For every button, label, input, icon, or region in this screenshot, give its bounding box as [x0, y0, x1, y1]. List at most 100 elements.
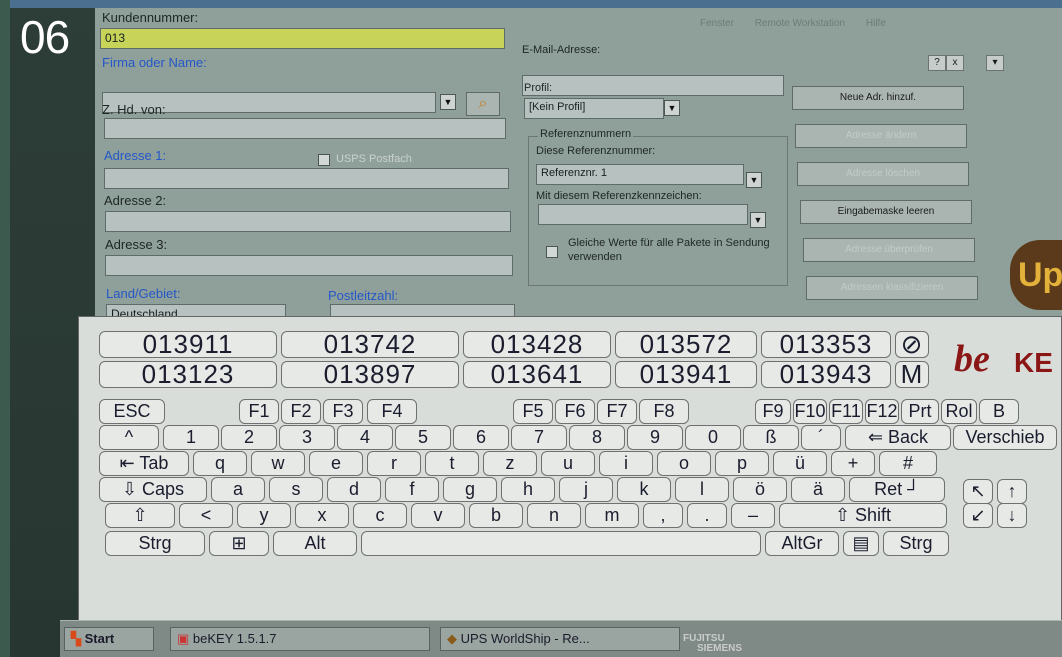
ref-mit-dropdown[interactable]: ▼ — [750, 212, 766, 228]
key-caps-row-11[interactable]: ä — [791, 477, 845, 502]
arrow-key-0[interactable]: ↖ — [963, 479, 993, 504]
key-suggestions-row1-5[interactable]: ⊘ — [895, 331, 929, 358]
key-tab-row-9[interactable]: o — [657, 451, 711, 476]
key-num-row-9[interactable]: 9 — [627, 425, 683, 450]
adressen-klassifizieren-button[interactable]: Adressen klassifizieren — [806, 276, 978, 300]
key-shift-row-0[interactable]: ⇧ — [105, 503, 175, 528]
key-tab-row-13[interactable]: # — [879, 451, 937, 476]
key-suggestions-row2-1[interactable]: 013897 — [281, 361, 459, 388]
adresse2-field[interactable] — [105, 211, 511, 232]
close-button[interactable]: x — [946, 55, 964, 71]
key-tab-row-2[interactable]: w — [251, 451, 305, 476]
profil-dropdown[interactable]: ▼ — [664, 100, 680, 116]
key-fn-row-12[interactable]: F12 — [865, 399, 899, 424]
key-shift-row-2[interactable]: y — [237, 503, 291, 528]
key-suggestions-row1-3[interactable]: 013572 — [615, 331, 757, 358]
key-caps-row-10[interactable]: ö — [733, 477, 787, 502]
key-num-row-3[interactable]: 3 — [279, 425, 335, 450]
key-bottom-row-2[interactable]: Alt — [273, 531, 357, 556]
key-bottom-row-6[interactable]: Strg — [883, 531, 949, 556]
key-num-row-13[interactable]: ⇐ Back — [845, 425, 951, 450]
key-tab-row-6[interactable]: z — [483, 451, 537, 476]
key-fn-row-2[interactable]: F2 — [281, 399, 321, 424]
key-fn-row-3[interactable]: F3 — [323, 399, 363, 424]
key-num-row-5[interactable]: 5 — [395, 425, 451, 450]
taskbar-item-worldship[interactable]: ◆ UPS WorldShip - Re... — [440, 627, 680, 651]
key-bottom-row-4[interactable]: AltGr — [765, 531, 839, 556]
key-suggestions-row2-5[interactable]: M — [895, 361, 929, 388]
kundennummer-field[interactable]: 013 — [100, 28, 505, 49]
key-shift-row-8[interactable]: m — [585, 503, 639, 528]
key-fn-row-4[interactable]: F4 — [367, 399, 417, 424]
adresse3-field[interactable] — [105, 255, 513, 276]
key-tab-row-4[interactable]: r — [367, 451, 421, 476]
key-suggestions-row2-2[interactable]: 013641 — [463, 361, 611, 388]
email-field[interactable] — [522, 75, 784, 96]
key-shift-row-5[interactable]: v — [411, 503, 465, 528]
menu-fenster[interactable]: Fenster — [700, 18, 734, 29]
taskbar-item-bekey[interactable]: ▣ beKEY 1.5.1.7 — [170, 627, 430, 651]
key-tab-row-1[interactable]: q — [193, 451, 247, 476]
key-num-row-1[interactable]: 1 — [163, 425, 219, 450]
key-suggestions-row2-0[interactable]: 013123 — [99, 361, 277, 388]
key-caps-row-5[interactable]: g — [443, 477, 497, 502]
menu-remote[interactable]: Remote Workstation — [755, 18, 845, 29]
key-tab-row-8[interactable]: i — [599, 451, 653, 476]
key-shift-row-10[interactable]: . — [687, 503, 727, 528]
ref-diese-dropdown[interactable]: ▼ — [746, 172, 762, 188]
key-tab-row-5[interactable]: t — [425, 451, 479, 476]
key-bottom-row-1[interactable]: ⊞ — [209, 531, 269, 556]
key-bottom-row-3[interactable] — [361, 531, 761, 556]
key-fn-row-7[interactable]: F7 — [597, 399, 637, 424]
key-fn-row-8[interactable]: F8 — [639, 399, 689, 424]
key-caps-row-3[interactable]: d — [327, 477, 381, 502]
ref-mit-field[interactable] — [538, 204, 748, 225]
key-tab-row-0[interactable]: ⇤ Tab — [99, 451, 189, 476]
key-shift-row-4[interactable]: c — [353, 503, 407, 528]
eingabemaske-leeren-button[interactable]: Eingabemaske leeren — [800, 200, 972, 224]
key-fn-row-10[interactable]: F10 — [793, 399, 827, 424]
key-shift-row-1[interactable]: < — [179, 503, 233, 528]
neue-adresse-button[interactable]: Neue Adr. hinzuf. — [792, 86, 964, 110]
key-num-row-11[interactable]: ß — [743, 425, 799, 450]
adresse-aendern-button[interactable]: Adresse ändern — [795, 124, 967, 148]
key-shift-row-9[interactable]: , — [643, 503, 683, 528]
key-tab-row-3[interactable]: e — [309, 451, 363, 476]
key-fn-row-15[interactable]: B — [979, 399, 1019, 424]
key-suggestions-row2-4[interactable]: 013943 — [761, 361, 891, 388]
zhd-field[interactable] — [104, 118, 506, 139]
key-fn-row-14[interactable]: Rol — [941, 399, 977, 424]
key-suggestions-row1-4[interactable]: 013353 — [761, 331, 891, 358]
key-caps-row-6[interactable]: h — [501, 477, 555, 502]
key-num-row-12[interactable]: ´ — [801, 425, 841, 450]
key-caps-row-2[interactable]: s — [269, 477, 323, 502]
key-caps-row-8[interactable]: k — [617, 477, 671, 502]
key-suggestions-row1-1[interactable]: 013742 — [281, 331, 459, 358]
key-shift-row-7[interactable]: n — [527, 503, 581, 528]
key-fn-row-11[interactable]: F11 — [829, 399, 863, 424]
key-num-row-10[interactable]: 0 — [685, 425, 741, 450]
key-caps-row-7[interactable]: j — [559, 477, 613, 502]
profil-field[interactable]: [Kein Profil] — [524, 98, 664, 119]
start-button[interactable]: ▚ Start — [64, 627, 154, 651]
key-shift-row-11[interactable]: – — [731, 503, 775, 528]
key-fn-row-13[interactable]: Prt — [901, 399, 939, 424]
key-shift-row-6[interactable]: b — [469, 503, 523, 528]
key-fn-row-5[interactable]: F5 — [513, 399, 553, 424]
firma-dropdown[interactable]: ▼ — [440, 94, 456, 110]
key-suggestions-row2-3[interactable]: 013941 — [615, 361, 757, 388]
key-caps-row-9[interactable]: l — [675, 477, 729, 502]
key-num-row-4[interactable]: 4 — [337, 425, 393, 450]
key-fn-row-6[interactable]: F6 — [555, 399, 595, 424]
adresse-loeschen-button[interactable]: Adresse löschen — [797, 162, 969, 186]
key-tab-row-12[interactable]: + — [831, 451, 875, 476]
key-num-row-2[interactable]: 2 — [221, 425, 277, 450]
arrow-key-2[interactable]: ↙ — [963, 503, 993, 528]
key-num-row-14[interactable]: Verschieb — [953, 425, 1057, 450]
key-tab-row-7[interactable]: u — [541, 451, 595, 476]
key-suggestions-row1-0[interactable]: 013911 — [99, 331, 277, 358]
key-suggestions-row1-2[interactable]: 013428 — [463, 331, 611, 358]
key-shift-row-3[interactable]: x — [295, 503, 349, 528]
key-bottom-row-0[interactable]: Strg — [105, 531, 205, 556]
key-caps-row-12[interactable]: Ret ┘ — [849, 477, 945, 502]
